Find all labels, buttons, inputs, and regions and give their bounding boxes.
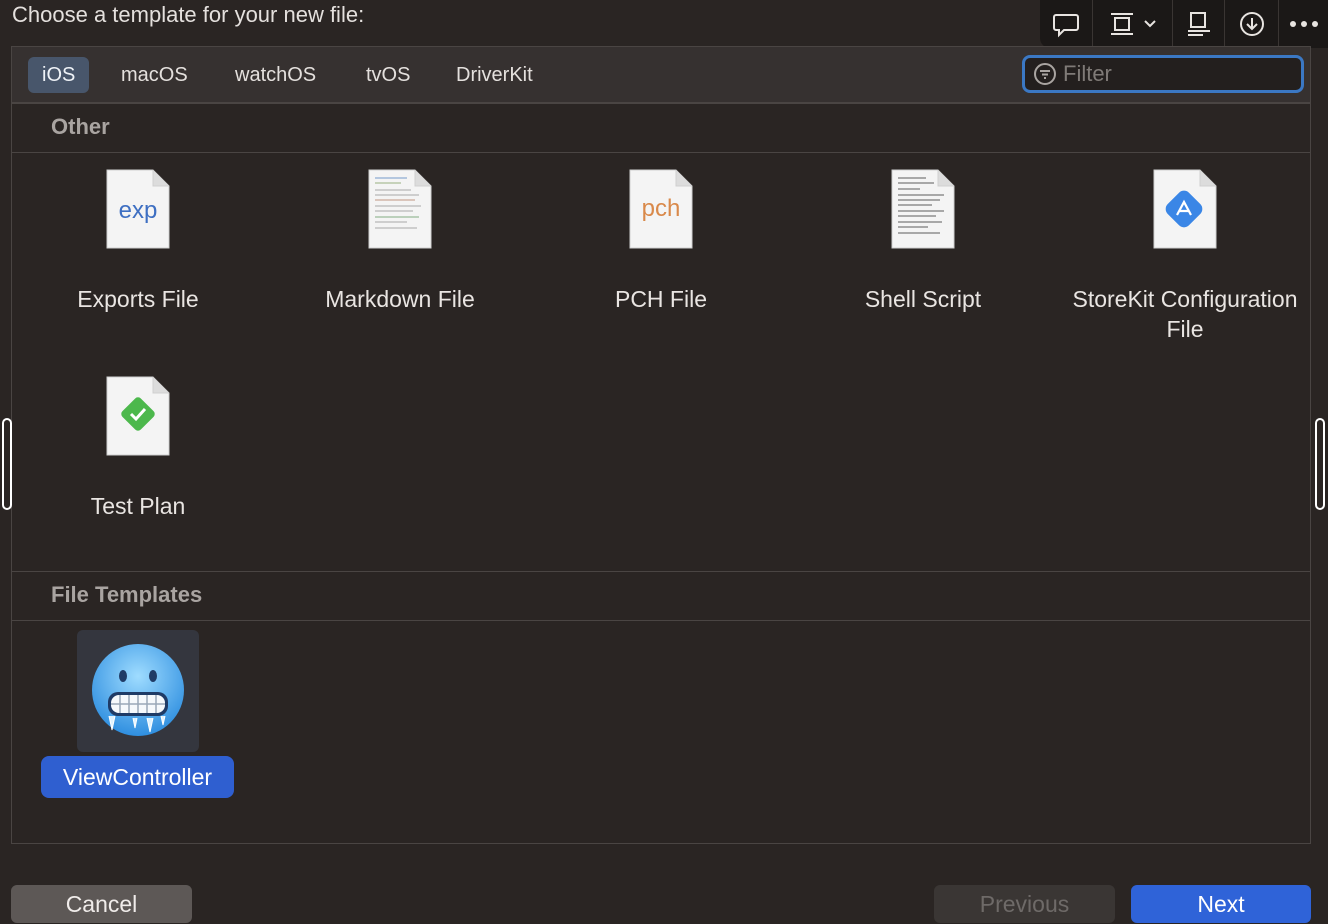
- inspector-button[interactable]: [1172, 0, 1224, 48]
- template-test-plan[interactable]: Test Plan: [13, 375, 263, 521]
- template-label: Shell Script: [864, 286, 982, 312]
- frame-menu-button[interactable]: [1092, 0, 1172, 48]
- template-label: Markdown File: [325, 286, 475, 312]
- template-shell-script[interactable]: Shell Script: [798, 168, 1048, 314]
- inspector-icon: [1187, 12, 1210, 36]
- exports-file-icon: exp: [106, 169, 170, 249]
- tab-watchos[interactable]: watchOS: [221, 57, 330, 93]
- dialog-title: Choose a template for your new file:: [12, 2, 365, 27]
- right-resize-handle[interactable]: [1315, 418, 1325, 510]
- filter-input[interactable]: [1063, 61, 1301, 87]
- template-exports-file[interactable]: exp Exports File: [13, 168, 263, 314]
- template-chooser: iOS macOS watchOS tvOS DriverKit Other e…: [11, 46, 1311, 844]
- frame-icon: [1110, 13, 1133, 35]
- template-label: PCH File: [614, 286, 707, 312]
- template-storekit-configuration-file[interactable]: StoreKit Configuration File: [1060, 168, 1310, 344]
- pch-file-icon-text: pch: [642, 195, 681, 222]
- pch-file-icon: pch: [629, 169, 693, 249]
- previous-button[interactable]: Previous: [934, 885, 1115, 923]
- cold-face-emoji-icon: [92, 644, 184, 736]
- tab-driverkit[interactable]: DriverKit: [442, 57, 547, 93]
- template-label: Exports File: [77, 286, 199, 312]
- tab-tvos[interactable]: tvOS: [352, 57, 424, 93]
- next-button[interactable]: Next: [1131, 885, 1311, 923]
- chevron-down-icon: [1143, 20, 1156, 28]
- tab-macos[interactable]: macOS: [107, 57, 202, 93]
- storekit-file-icon: [1153, 169, 1217, 249]
- markdown-file-icon: [368, 169, 432, 249]
- viewcontroller-icon-box: [77, 630, 199, 752]
- template-pch-file[interactable]: pch PCH File: [536, 168, 786, 314]
- floating-toolbar: [1040, 0, 1328, 48]
- left-resize-handle[interactable]: [2, 418, 12, 510]
- more-icon: [1289, 21, 1318, 27]
- template-label: StoreKit Configuration File: [1072, 286, 1298, 342]
- download-icon: [1239, 12, 1264, 36]
- download-button[interactable]: [1224, 0, 1278, 48]
- test-plan-icon: [106, 376, 170, 456]
- platform-tabbar: iOS macOS watchOS tvOS DriverKit: [12, 47, 1310, 103]
- section-header-other: Other: [12, 103, 1310, 153]
- more-button[interactable]: [1278, 0, 1328, 48]
- section-header-file-templates: File Templates: [12, 571, 1310, 621]
- tab-ios[interactable]: iOS: [28, 57, 90, 93]
- filter-field[interactable]: [1022, 55, 1304, 93]
- template-label-selected: ViewController: [41, 756, 234, 798]
- exports-file-icon-text: exp: [119, 197, 158, 224]
- comment-button[interactable]: [1040, 0, 1092, 48]
- shell-script-icon: [891, 169, 955, 249]
- cancel-button[interactable]: Cancel: [11, 885, 192, 923]
- comment-icon: [1053, 14, 1079, 38]
- section-title-other: Other: [51, 114, 110, 139]
- filter-icon: [1034, 63, 1056, 85]
- section-title-file-templates: File Templates: [51, 582, 203, 607]
- template-label: Test Plan: [90, 493, 186, 519]
- template-markdown-file[interactable]: Markdown File: [275, 168, 525, 314]
